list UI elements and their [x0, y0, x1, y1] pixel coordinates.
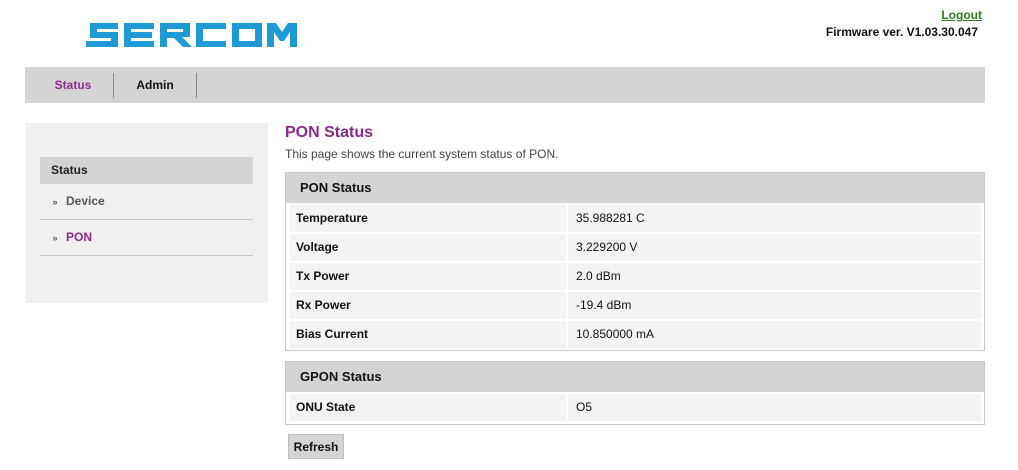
- row-label: Voltage: [296, 240, 339, 254]
- page-title: PON Status: [285, 124, 374, 141]
- table-row: ONU State O5: [290, 394, 981, 421]
- row-label: Temperature: [296, 211, 368, 225]
- row-label: Rx Power: [296, 298, 351, 312]
- refresh-button[interactable]: Refresh: [288, 434, 344, 459]
- sidebar-item-device[interactable]: » Device: [40, 184, 253, 220]
- top-nav: Status Admin: [25, 67, 985, 103]
- sidebar: Status » Device » PON: [25, 123, 268, 303]
- sidebar-item-pon[interactable]: » PON: [40, 220, 253, 256]
- firmware-version: Firmware ver. V1.03.30.047: [825, 25, 978, 39]
- sercomm-logo: [86, 20, 298, 53]
- table-row: Voltage 3.229200 V: [290, 234, 981, 261]
- row-value: 3.229200 V: [566, 234, 981, 261]
- row-label: Bias Current: [296, 327, 369, 341]
- double-chevron-right-icon: »: [52, 233, 58, 243]
- panel-heading: PON Status: [286, 173, 984, 203]
- row-value: 2.0 dBm: [566, 263, 981, 290]
- gpon-status-panel: GPON Status ONU State O5: [285, 361, 985, 425]
- logout-link[interactable]: Logout: [941, 8, 982, 22]
- row-value: 10.850000 mA: [566, 321, 981, 348]
- tab-divider: [196, 73, 197, 98]
- panel-heading: GPON Status: [286, 362, 984, 392]
- table-row: Tx Power 2.0 dBm: [290, 263, 981, 290]
- sidebar-heading: Status: [40, 157, 253, 184]
- table-row: Rx Power -19.4 dBm: [290, 292, 981, 319]
- sidebar-item-label: PON: [66, 230, 93, 244]
- pon-status-panel: PON Status Temperature 35.988281 C Volta…: [285, 172, 985, 351]
- table-row: Bias Current 10.850000 mA: [290, 321, 981, 348]
- tab-divider: [113, 73, 114, 98]
- row-label: ONU State: [296, 400, 356, 414]
- tab-status[interactable]: Status: [39, 67, 107, 103]
- row-value: 35.988281 C: [566, 205, 981, 232]
- table-row: Temperature 35.988281 C: [290, 205, 981, 232]
- row-value: O5: [566, 394, 981, 421]
- tab-admin[interactable]: Admin: [117, 67, 193, 103]
- sidebar-item-label: Device: [66, 194, 105, 208]
- page-description: This page shows the current system statu…: [285, 147, 559, 161]
- row-label: Tx Power: [296, 269, 350, 283]
- double-chevron-right-icon: »: [52, 197, 58, 207]
- row-value: -19.4 dBm: [566, 292, 981, 319]
